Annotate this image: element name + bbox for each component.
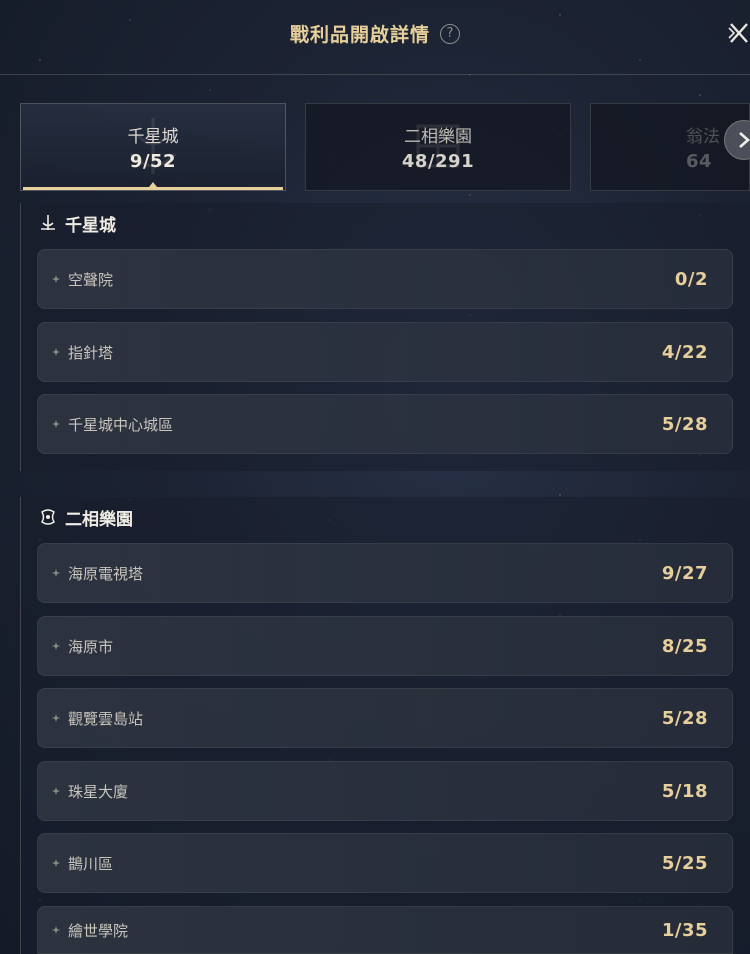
list-item-name: 指針塔 (68, 343, 114, 362)
list-item[interactable]: 鵲川區 5/25 (37, 833, 733, 893)
list-item-count: 5/18 (661, 780, 708, 802)
title-bar: 戰利品開啟詳情 ? (0, 20, 750, 47)
list-item-count: 5/25 (661, 852, 708, 874)
list-item-name: 觀覽雲島站 (68, 709, 144, 728)
list-item-name: 空聲院 (68, 270, 114, 289)
sparkle-bullet-icon (52, 569, 60, 577)
section-header: 千星城 (21, 203, 750, 243)
list-item[interactable]: 千星城中心城區 5/28 (37, 394, 733, 454)
list-item[interactable]: 海原市 8/25 (37, 616, 733, 676)
dialog-header: 戰利品開啟詳情 ? (0, 0, 750, 75)
help-icon[interactable]: ? (440, 23, 460, 44)
list-item[interactable]: 繪世學院 1/35 (37, 906, 733, 954)
sparkle-bullet-icon (52, 642, 60, 650)
list-item[interactable]: 空聲院 0/2 (37, 249, 733, 309)
list-item-count: 9/27 (661, 562, 708, 584)
active-tab-caret (149, 182, 157, 187)
sparkle-bullet-icon (52, 926, 60, 934)
section-title: 二相樂園 (65, 509, 133, 530)
sparkle-bullet-icon (52, 859, 60, 867)
sparkle-bullet-icon (52, 714, 60, 722)
list-item-count: 8/25 (661, 635, 708, 657)
list-item-count: 1/35 (661, 919, 708, 941)
tab-qianxingcheng[interactable]: 千星城 9/52 (20, 103, 286, 191)
sparkle-bullet-icon (52, 275, 60, 283)
page-title: 戰利品開啟詳情 (289, 24, 430, 46)
park-emblem-watermark-icon (416, 124, 460, 168)
tab-count: 64 (686, 151, 713, 172)
city-emblem-watermark-icon (129, 118, 177, 174)
city-emblem-icon (41, 215, 55, 230)
park-emblem-icon (40, 509, 56, 525)
list-item-name: 繪世學院 (68, 921, 129, 940)
chevron-right-icon (739, 132, 750, 148)
sparkle-bullet-icon (52, 787, 60, 795)
list-item[interactable]: 觀覽雲島站 5/28 (37, 688, 733, 748)
sparkle-bullet-icon (52, 348, 60, 356)
list-item[interactable]: 珠星大廈 5/18 (37, 761, 733, 821)
tab-erxiangleyuan[interactable]: 二相樂園 48/291 (305, 103, 571, 191)
sparkle-bullet-icon (52, 420, 60, 428)
list-item-name: 海原電視塔 (68, 564, 144, 583)
active-tab-underline (23, 187, 283, 190)
region-tabs: 千星城 9/52 二相樂園 48/291 翁法 64 (20, 103, 750, 193)
list-item[interactable]: 指針塔 4/22 (37, 322, 733, 382)
list-item-name: 千星城中心城區 (68, 415, 174, 434)
tab-label: 翁法 (686, 127, 720, 147)
list-item[interactable]: 海原電視塔 9/27 (37, 543, 733, 603)
section-qianxingcheng: 千星城 空聲院 0/2 指針塔 4/22 千星城中心城區 5/28 (20, 203, 750, 471)
list-item-name: 鵲川區 (68, 854, 114, 873)
close-icon[interactable] (728, 20, 750, 46)
list-item-count: 5/28 (661, 707, 708, 729)
section-header: 二相樂園 (21, 497, 750, 537)
section-erxiangleyuan: 二相樂園 海原電視塔 9/27 海原市 8/25 觀覽雲島站 5/28 珠星大廈… (20, 497, 750, 954)
list-item-name: 珠星大廈 (68, 782, 129, 801)
list-item-count: 0/2 (674, 268, 708, 290)
list-item-count: 5/28 (661, 413, 708, 435)
section-title: 千星城 (65, 215, 116, 236)
list-item-name: 海原市 (68, 637, 114, 656)
list-item-count: 4/22 (661, 341, 708, 363)
